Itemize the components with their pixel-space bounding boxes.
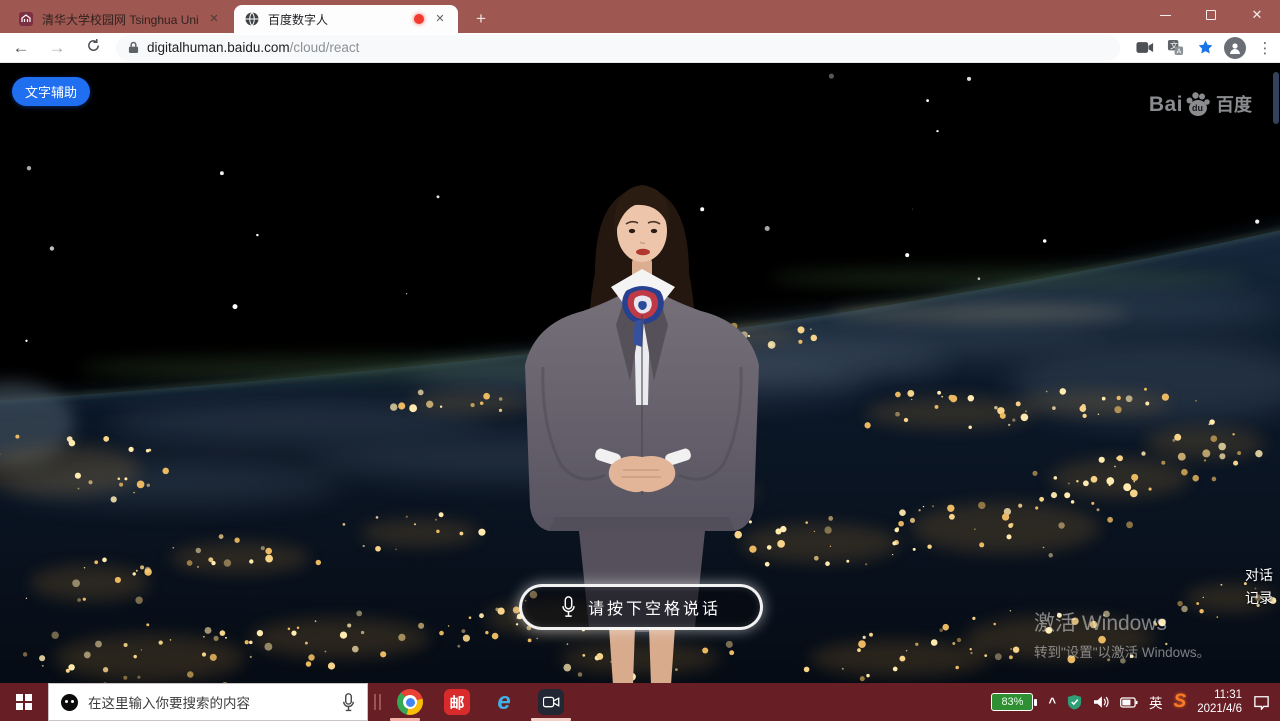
watermark-line2: 转到"设置"以激活 Windows。 — [1034, 641, 1210, 661]
bookmark-star-icon — [1197, 39, 1214, 56]
camera-icon — [1136, 41, 1154, 54]
start-button[interactable] — [0, 683, 48, 721]
page-content: 文字辅助 Bai du 百度 请按下空格说话 对话 记录 激活 Windows … — [0, 63, 1280, 683]
mail-app-button[interactable]: 邮 — [442, 687, 472, 717]
profile-button[interactable] — [1220, 35, 1250, 61]
url-path: /cloud/react — [290, 40, 360, 55]
back-button[interactable]: ← — [6, 35, 36, 61]
translate-button[interactable]: 文A — [1160, 35, 1190, 61]
avatar — [1224, 37, 1246, 59]
camera-in-use-button[interactable] — [1130, 35, 1160, 61]
ime-language-button[interactable]: 英 — [1149, 692, 1163, 712]
lock-icon — [128, 41, 139, 54]
taskbar-search-box[interactable]: 在这里输入你要搜索的内容 — [48, 683, 368, 721]
microphone-icon — [561, 596, 576, 618]
pinned-apps: 邮 e — [395, 687, 566, 717]
window-minimize-button[interactable] — [1142, 0, 1188, 30]
url-text: digitalhuman.baidu.com/cloud/react — [147, 40, 359, 55]
search-placeholder: 在这里输入你要搜索的内容 — [88, 692, 332, 712]
tray-overflow-button[interactable]: ^ — [1048, 695, 1056, 710]
windows-logo-icon — [16, 694, 32, 710]
conversation-log-line1: 对话 — [1245, 564, 1273, 587]
speaker-icon — [1093, 695, 1109, 709]
defender-tray-button[interactable] — [1067, 694, 1082, 710]
minimize-icon — [1160, 15, 1171, 16]
camera-app-button[interactable] — [536, 687, 566, 717]
taskbar-clock[interactable]: 11:31 2021/4/6 — [1197, 688, 1242, 716]
taskbar: 在这里输入你要搜索的内容 邮 e 83% ^ — [0, 683, 1280, 721]
sogou-ime-icon[interactable]: S — [1174, 691, 1187, 713]
scrollbar-thumb[interactable] — [1273, 72, 1279, 124]
clock-date: 2021/4/6 — [1197, 702, 1242, 716]
internet-explorer-button[interactable]: e — [489, 687, 519, 717]
tab-close-icon[interactable]: ✕ — [206, 11, 222, 27]
tab-title: 百度数字人 — [268, 11, 406, 28]
action-center-button[interactable] — [1253, 695, 1270, 710]
chrome-taskbar-button[interactable] — [395, 687, 425, 717]
battery-status-badge[interactable]: 83% — [991, 693, 1033, 711]
taskbar-separator — [374, 694, 381, 710]
tsinghua-favicon-icon — [18, 11, 34, 27]
baidu-logo-bai: Bai — [1149, 93, 1183, 117]
conversation-log-tab[interactable]: 对话 记录 — [1245, 564, 1273, 610]
system-tray: 83% ^ 英 S 11:31 2021/4/6 — [991, 688, 1280, 716]
window-maximize-button[interactable] — [1188, 0, 1234, 30]
url-domain: digitalhuman.baidu.com — [147, 40, 290, 55]
recording-indicator-icon — [414, 14, 424, 24]
tab-strip: 清华大学校园网 Tsinghua Unive ✕ 百度数字人 ✕ + ✕ — [0, 0, 1280, 33]
address-bar[interactable]: digitalhuman.baidu.com/cloud/react — [116, 35, 1120, 61]
push-to-talk-label: 请按下空格说话 — [588, 595, 721, 619]
reload-button[interactable] — [78, 35, 108, 61]
window-close-button[interactable]: ✕ — [1234, 0, 1280, 30]
search-mic-icon[interactable] — [342, 693, 355, 712]
new-tab-button[interactable]: + — [468, 7, 494, 31]
notification-bubble-icon — [1253, 695, 1270, 710]
baidu-logo: Bai du 百度 — [1149, 91, 1252, 117]
internet-explorer-icon: e — [497, 689, 510, 715]
clock-time: 11:31 — [1197, 688, 1242, 702]
reload-icon — [86, 38, 101, 53]
bookmark-button[interactable] — [1190, 35, 1220, 61]
tab-close-icon[interactable]: ✕ — [432, 11, 448, 27]
battery-tray-button[interactable] — [1120, 697, 1138, 708]
shield-icon — [1067, 694, 1082, 710]
conversation-log-line2: 记录 — [1245, 587, 1273, 610]
translate-icon: 文A — [1167, 39, 1184, 56]
globe-favicon-icon — [244, 11, 260, 27]
tab-title: 清华大学校园网 Tsinghua Unive — [42, 11, 198, 28]
search-assistant-icon — [61, 694, 78, 711]
activate-windows-watermark: 激活 Windows 转到"设置"以激活 Windows。 — [1034, 607, 1210, 661]
browser-toolbar: ← → digitalhuman.baidu.com/cloud/react 文… — [0, 33, 1280, 63]
browser-menu-button[interactable]: ⋮ — [1250, 35, 1280, 61]
volume-tray-button[interactable] — [1093, 695, 1109, 709]
push-to-talk-button[interactable]: 请按下空格说话 — [519, 584, 763, 630]
svg-text:A: A — [1176, 48, 1181, 56]
battery-icon — [1120, 697, 1138, 708]
chrome-icon — [397, 689, 423, 715]
baidu-paw-icon: du — [1185, 91, 1211, 117]
maximize-icon — [1206, 10, 1216, 20]
forward-button[interactable]: → — [42, 35, 72, 61]
baidu-logo-du: du — [1192, 103, 1203, 113]
screen: 清华大学校园网 Tsinghua Unive ✕ 百度数字人 ✕ + ✕ ← →… — [0, 0, 1280, 721]
tab-digital-human[interactable]: 百度数字人 ✕ — [234, 5, 458, 33]
baidu-logo-cn: 百度 — [1216, 91, 1252, 117]
text-assist-button[interactable]: 文字辅助 — [12, 77, 90, 106]
video-camera-icon — [538, 689, 564, 715]
tab-tsinghua[interactable]: 清华大学校园网 Tsinghua Unive ✕ — [8, 5, 232, 33]
watermark-line1: 激活 Windows — [1034, 607, 1210, 637]
mail-icon: 邮 — [444, 689, 470, 715]
